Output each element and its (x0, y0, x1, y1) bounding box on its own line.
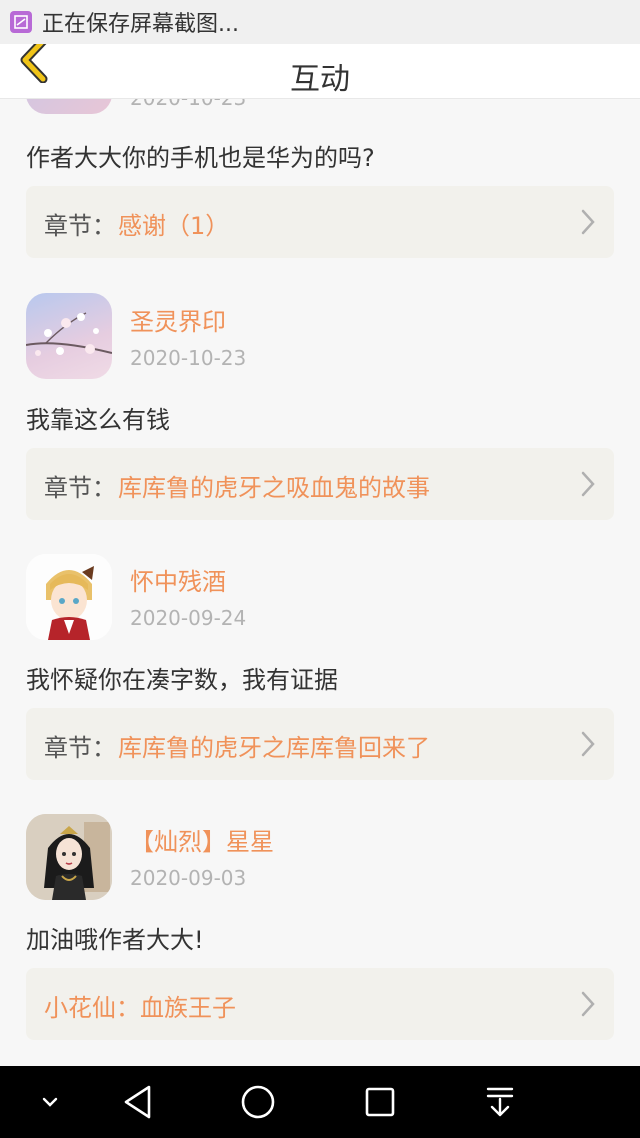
user-name[interactable]: 圣灵界印 (130, 302, 226, 337)
recents-square-icon[interactable] (360, 1082, 400, 1122)
page-title: 互动 (290, 62, 350, 97)
chevron-right-icon (581, 471, 595, 497)
chapter-title: 库库鲁的虎牙之吸血鬼的故事 (118, 474, 430, 502)
user-avatar[interactable] (26, 98, 112, 114)
system-navigation-bar (0, 1066, 640, 1138)
user-name[interactable]: 怀中残酒 (130, 562, 226, 597)
chapter-prefix: 章节： (44, 734, 116, 762)
chapter-title: 库库鲁的虎牙之库库鲁回来了 (118, 734, 430, 762)
notification-text: 正在保存屏幕截图... (42, 12, 239, 37)
comment-date: 2020-09-03 (130, 866, 247, 890)
comment-date: 2020-09-24 (130, 606, 247, 630)
chapter-prefix: 章节： (44, 474, 116, 502)
chapter-link[interactable]: 章节： 库库鲁的虎牙之库库鲁回来了 (26, 708, 614, 780)
chevron-right-icon (581, 731, 595, 757)
chapter-link[interactable]: 章节： 库库鲁的虎牙之吸血鬼的故事 (26, 448, 614, 520)
chapter-link[interactable]: 小花仙：血族王子 (26, 968, 614, 1040)
chapter-prefix: 章节： (44, 212, 116, 240)
comment-text: 加油哦作者大大! (26, 926, 204, 954)
home-circle-icon[interactable] (238, 1082, 278, 1122)
comment-date: 2020-10-23 (130, 346, 247, 370)
top-app-bar: 互动 (0, 37, 640, 99)
chapter-title: 小花仙：血族王子 (44, 994, 236, 1022)
user-avatar[interactable] (26, 814, 112, 900)
comment-date: 2020-10-23 (130, 98, 247, 110)
chevron-right-icon (581, 991, 595, 1017)
chapter-title: 感谢（1） (118, 212, 230, 240)
back-triangle-icon[interactable] (118, 1082, 158, 1122)
user-name[interactable]: 【灿烈】星星 (130, 822, 274, 857)
comment-text: 我怀疑你在凑字数，我有证据 (26, 666, 338, 694)
comment-list[interactable]: 2020-10-23 作者大大你的手机也是华为的吗? 章节： 感谢（1） 圣灵界… (0, 98, 640, 1066)
cherry-blossom-avatar (26, 312, 112, 356)
blonde-character-avatar (26, 554, 112, 640)
user-avatar[interactable] (26, 293, 112, 379)
comment-text: 我靠这么有钱 (26, 406, 170, 434)
screenshot-icon (10, 11, 32, 33)
chapter-link[interactable]: 章节： 感谢（1） (26, 186, 614, 258)
comment-text: 作者大大你的手机也是华为的吗? (26, 144, 375, 172)
chevron-right-icon (581, 209, 595, 235)
dark-hair-character-avatar (26, 814, 112, 900)
status-bar: 正在保存屏幕截图... (0, 0, 640, 44)
chevron-down-icon[interactable] (30, 1082, 70, 1122)
download-icon[interactable] (480, 1082, 520, 1122)
user-avatar[interactable] (26, 554, 112, 640)
